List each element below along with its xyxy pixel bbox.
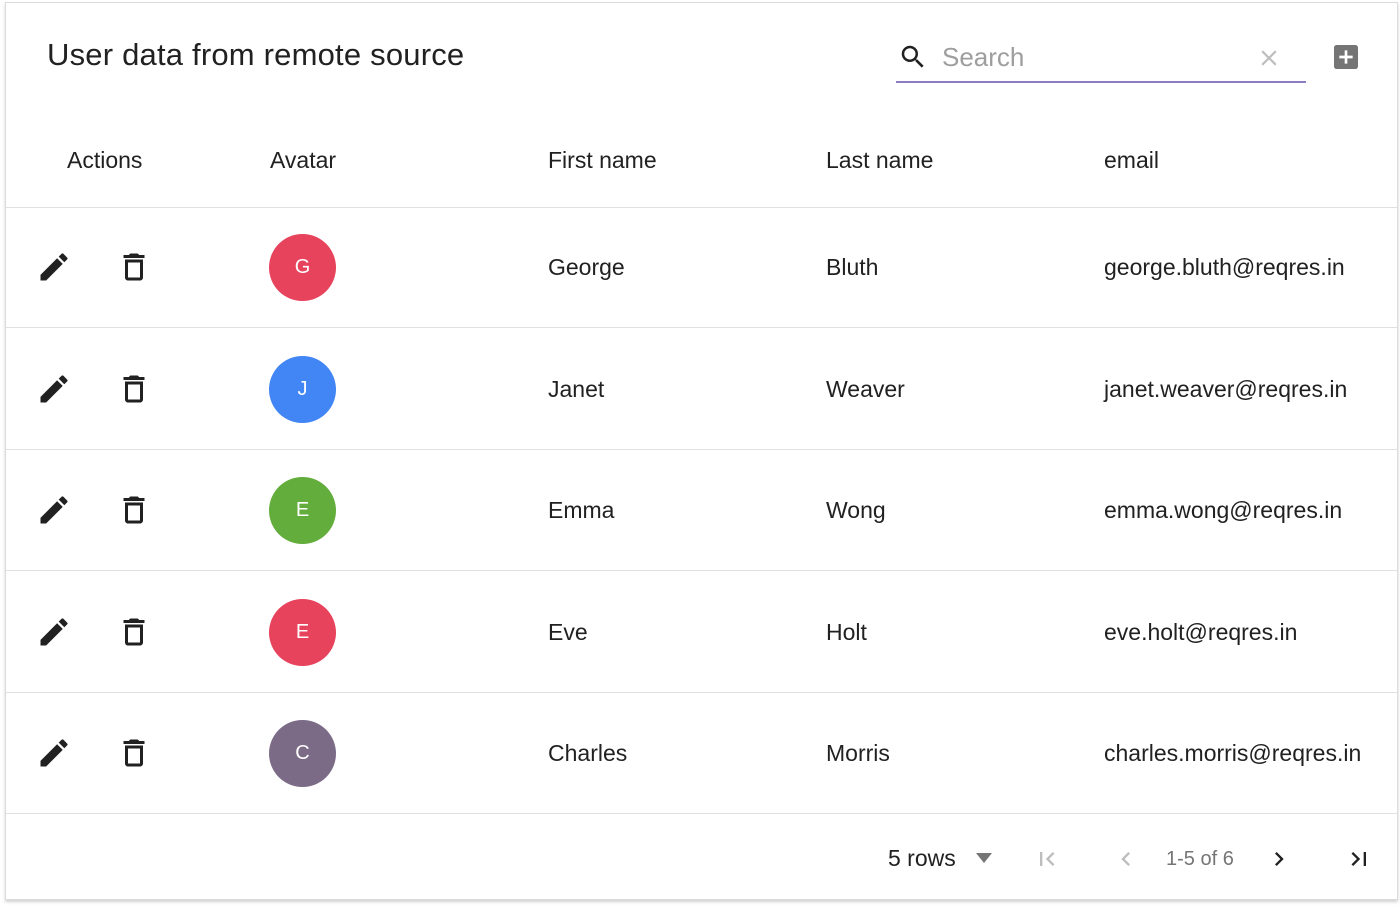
cell-first-name: Charles (548, 740, 628, 766)
pencil-icon[interactable] (36, 249, 72, 285)
table-row: J Janet Weaver janet.weaver@reqres.in (6, 329, 1397, 450)
close-icon[interactable] (1256, 45, 1282, 71)
pencil-icon[interactable] (36, 735, 72, 771)
table-row: E Emma Wong emma.wong@reqres.in (6, 450, 1397, 571)
chevron-right-icon[interactable] (1265, 845, 1293, 873)
user-table-card: User data from remote source Actions Ava… (5, 2, 1398, 900)
cell-email: eve.holt@reqres.in (1104, 618, 1298, 645)
caret-down-icon[interactable] (974, 851, 994, 865)
cell-first-name: George (548, 254, 625, 280)
column-header-avatar: Avatar (270, 147, 337, 173)
search-input[interactable] (942, 39, 1242, 75)
cell-last-name: Morris (826, 740, 890, 766)
avatar: E (269, 477, 336, 544)
cell-email: charles.morris@reqres.in (1104, 740, 1362, 766)
search-box (896, 33, 1306, 83)
trash-icon[interactable] (116, 614, 152, 650)
pencil-icon[interactable] (36, 614, 72, 650)
pagination-bar: 5 rows 1-5 of 6 (6, 815, 1397, 899)
column-header-first-name[interactable]: First name (548, 147, 657, 174)
avatar: J (269, 355, 336, 423)
trash-icon[interactable] (116, 735, 152, 771)
trash-icon[interactable] (116, 371, 152, 407)
cell-last-name: Bluth (826, 254, 879, 280)
page-info: 1-5 of 6 (1166, 848, 1234, 870)
table-row: E Eve Holt eve.holt@reqres.in (6, 572, 1397, 693)
trash-icon[interactable] (116, 249, 152, 285)
pencil-icon[interactable] (36, 371, 72, 407)
column-header-last-name[interactable]: Last name (826, 147, 933, 174)
first-page-icon[interactable] (1033, 845, 1061, 873)
cell-email: george.bluth@reqres.in (1104, 254, 1345, 280)
cell-last-name: Weaver (826, 375, 905, 402)
search-icon (901, 45, 924, 68)
cell-first-name: Janet (548, 375, 605, 402)
column-header-email[interactable]: email (1104, 147, 1159, 174)
table-row: C Charles Morris charles.morris@reqres.in (6, 693, 1397, 814)
table-title: User data from remote source (47, 37, 465, 72)
avatar: G (269, 234, 336, 301)
avatar: E (269, 598, 336, 666)
table-row: G George Bluth george.bluth@reqres.in (6, 207, 1397, 328)
column-header-actions: Actions (67, 147, 143, 173)
cell-email: emma.wong@reqres.in (1104, 497, 1343, 523)
cell-first-name: Emma (548, 497, 615, 523)
avatar: C (269, 720, 336, 787)
table-header-row: Actions Avatar First name Last name emai… (6, 119, 1397, 208)
last-page-icon[interactable] (1345, 845, 1373, 873)
add-box-icon[interactable] (1330, 41, 1362, 73)
rows-per-page-select[interactable]: 5 rows (888, 845, 956, 872)
cell-email: janet.weaver@reqres.in (1104, 375, 1348, 402)
cell-last-name: Wong (826, 497, 886, 523)
pencil-icon[interactable] (36, 492, 72, 528)
cell-first-name: Eve (548, 618, 588, 645)
trash-icon[interactable] (116, 492, 152, 528)
chevron-left-icon[interactable] (1112, 845, 1140, 873)
cell-last-name: Holt (826, 618, 867, 645)
